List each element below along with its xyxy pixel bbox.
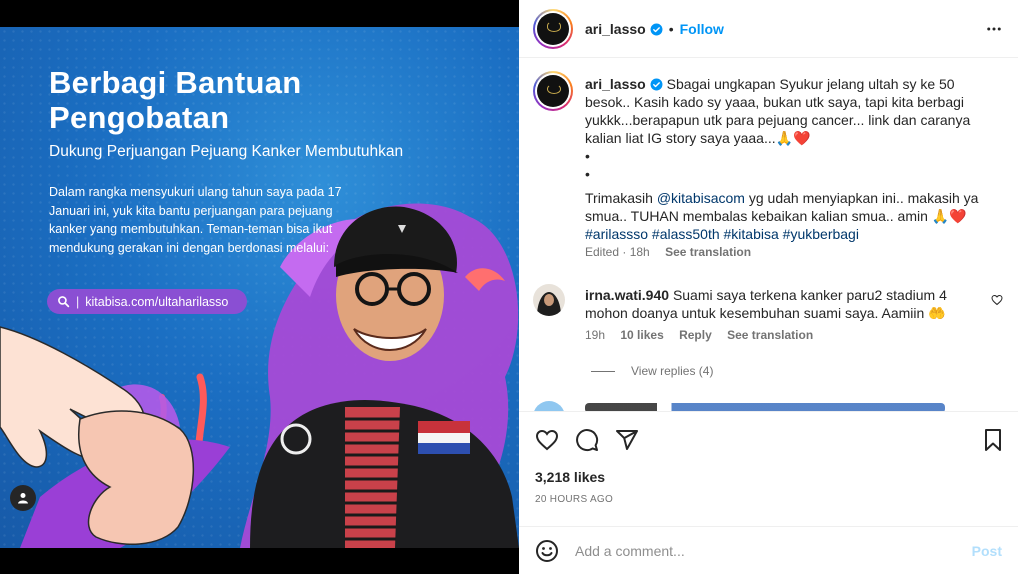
comment-meta: 19h 10 likes Reply See translation [585, 328, 825, 342]
author-avatar[interactable] [533, 8, 573, 49]
view-replies-button[interactable]: View replies (4) [591, 364, 713, 378]
share-send-icon[interactable] [615, 428, 639, 452]
poster-subtitle: Dukung Perjuangan Pejuang Kanker Membutu… [49, 143, 404, 160]
comment-likes[interactable]: 10 likes [620, 328, 663, 342]
comment-bubble-icon[interactable] [575, 428, 599, 452]
comment-text: irna.wati.940 Suami saya terkena kanker … [585, 286, 965, 322]
caption-edited-time: Edited · 18h [585, 245, 650, 259]
verified-badge-icon [650, 78, 663, 91]
verified-badge-icon [650, 23, 663, 35]
caption-username[interactable]: ari_lasso [585, 76, 646, 92]
comment-time: 19h [585, 328, 606, 342]
likes-count[interactable]: 3,218 likes [535, 469, 605, 485]
commenter-avatar[interactable] [533, 284, 565, 316]
comment-item-partial [533, 399, 1003, 411]
more-options-icon[interactable] [984, 20, 1004, 38]
comment-like-heart-icon[interactable] [991, 294, 1003, 306]
save-bookmark-icon[interactable] [981, 428, 1005, 452]
caption-see-translation[interactable]: See translation [665, 245, 751, 259]
caption-hashtags[interactable]: #arilassso #alass50th #kitabisa #yukberb… [585, 225, 995, 243]
poster-url: kitabisa.com/ultaharilasso [85, 294, 229, 309]
follow-button[interactable]: Follow [680, 21, 724, 37]
poster-body: Dalam rangka mensyukuri ulang tahun saya… [49, 185, 342, 255]
view-replies-label: View replies (4) [631, 364, 714, 378]
poster-url-pill: | kitabisa.com/ultaharilasso [47, 289, 247, 314]
commenter-username[interactable]: irna.wati.940 [585, 287, 669, 303]
comment-text-clipped [585, 403, 945, 411]
like-heart-icon[interactable] [535, 428, 559, 452]
post-media[interactable]: Berbagi Bantuan Pengobatan Dukung Perjua… [0, 0, 519, 574]
post-image[interactable]: Berbagi Bantuan Pengobatan Dukung Perjua… [0, 27, 519, 548]
tagged-users-button[interactable] [10, 485, 36, 511]
comments-section[interactable]: ari_lasso Sbagai ungkapan Syukur jelang … [519, 59, 1018, 411]
add-comment-bar: Post [519, 526, 1018, 574]
caption-meta: Edited · 18h See translation [585, 245, 763, 259]
poster-title-line2: Pengobatan [49, 100, 230, 135]
commenter-avatar[interactable] [533, 401, 565, 411]
comment-see-translation[interactable]: See translation [727, 328, 813, 342]
user-icon [18, 493, 28, 504]
view-replies-line [591, 370, 615, 372]
caption-thanks-prefix: Trimakasih [585, 190, 657, 206]
poster-title: Berbagi Bantuan Pengobatan [49, 65, 369, 135]
caption-author-avatar[interactable] [533, 71, 573, 111]
caption-thanks: Trimakasih @kitabisacom yg udah menyiapk… [585, 189, 995, 225]
post-comment-button[interactable]: Post [972, 543, 1002, 559]
reply-button[interactable]: Reply [679, 328, 712, 342]
caption-text: ari_lasso Sbagai ungkapan Syukur jelang … [585, 75, 995, 243]
poster-title-line1: Berbagi Bantuan [49, 65, 302, 100]
caption-bullet: • [585, 166, 590, 182]
emoji-icon[interactable] [535, 539, 559, 563]
author-username[interactable]: ari_lasso [585, 21, 663, 37]
mention-link[interactable]: @kitabisacom [657, 190, 745, 206]
comment-input[interactable] [575, 542, 972, 559]
action-icons [535, 428, 1005, 454]
poster-url-divider: | [76, 294, 80, 309]
search-icon [58, 296, 70, 308]
post-timestamp: 20 HOURS AGO [535, 494, 614, 505]
post-sidebar: ari_lasso • Follow ari_lasso Sbagai ungk… [519, 0, 1018, 574]
post-header: ari_lasso • Follow [519, 0, 1018, 58]
caption-bullet: • [585, 148, 590, 164]
post-actions: 3,218 likes 20 HOURS AGO [519, 411, 1018, 505]
header-separator: • [668, 20, 674, 37]
